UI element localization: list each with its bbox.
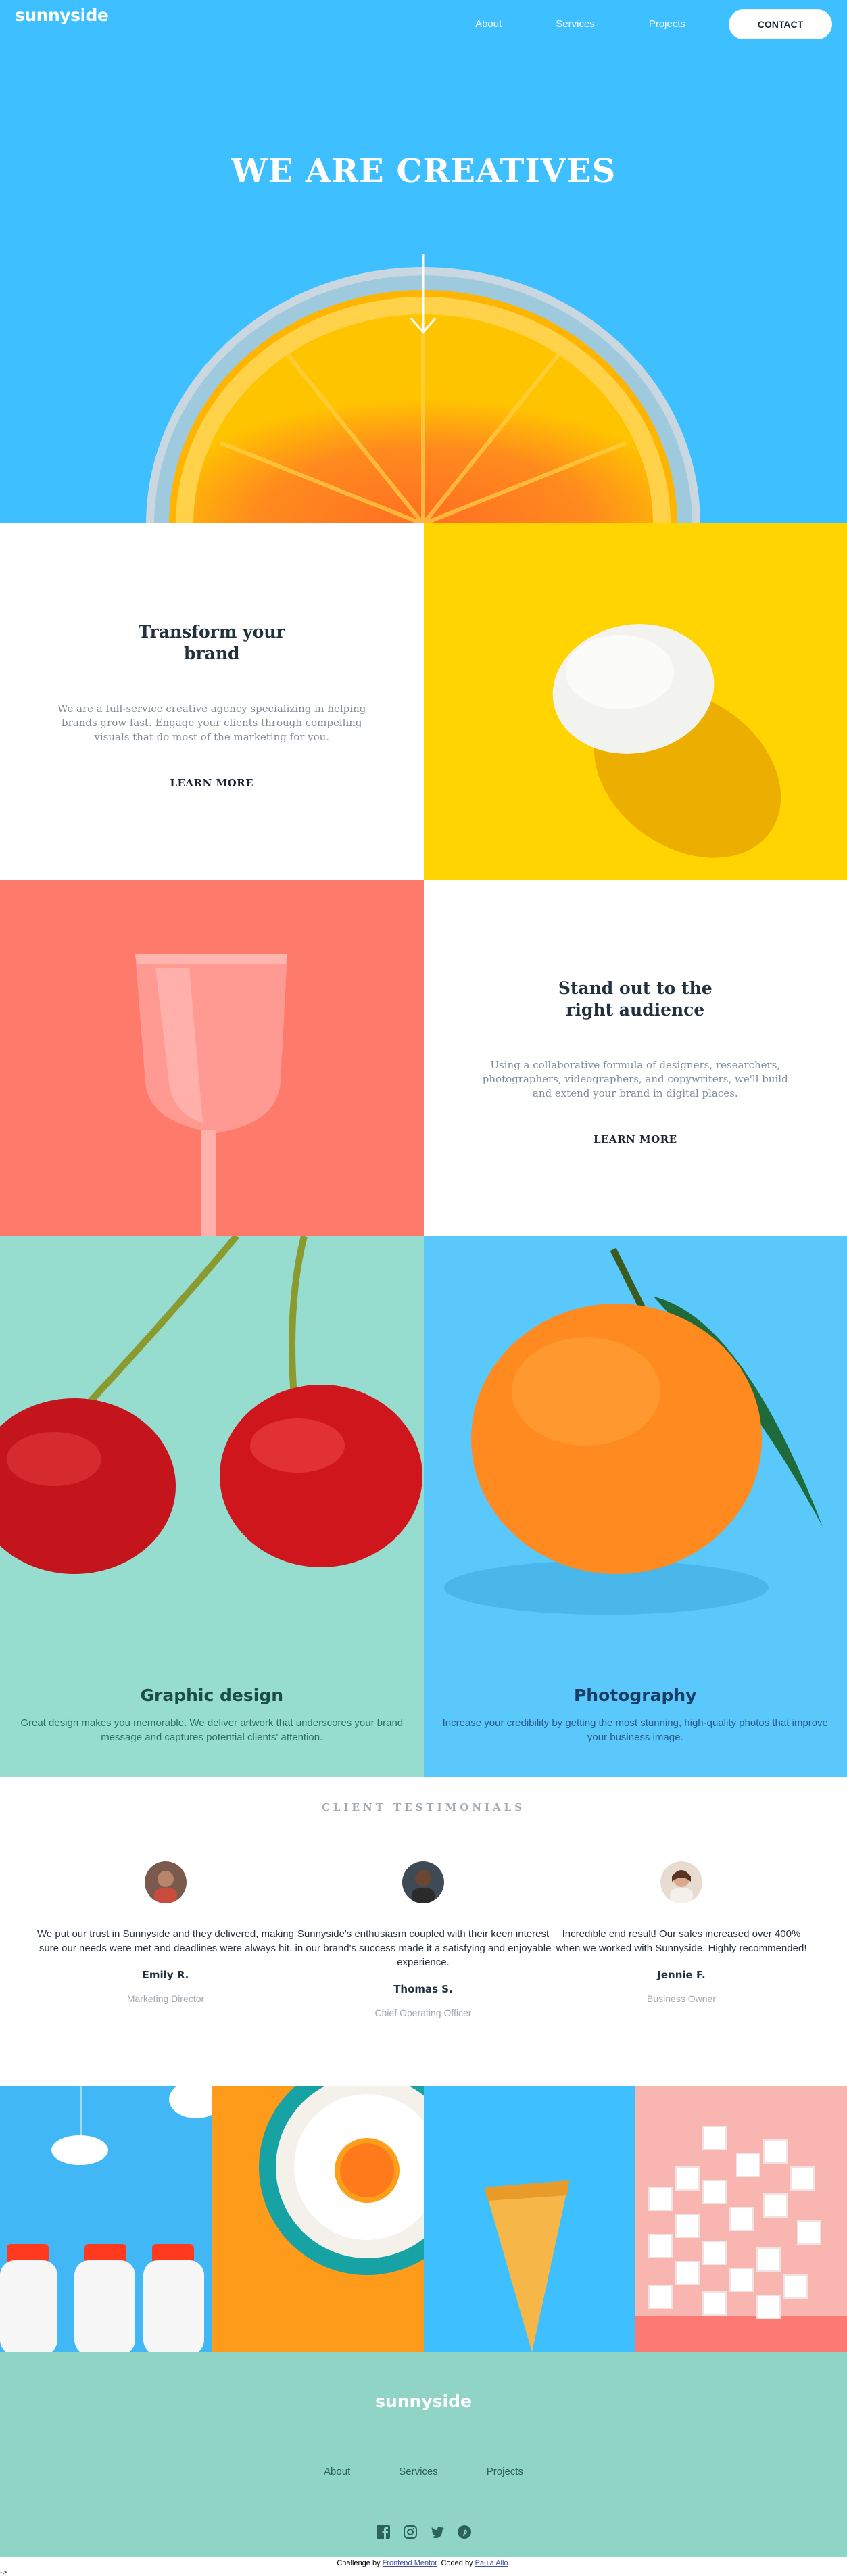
service-text: Great design makes you memorable. We del…	[16, 1716, 408, 1744]
egg-image	[424, 523, 847, 880]
trailing-text: ->	[0, 2567, 7, 2576]
footer-nav: About Services Projects	[0, 2466, 847, 2477]
learn-more-link[interactable]: LEARN MORE	[167, 777, 256, 789]
frontend-mentor-link[interactable]: Frontend Mentor	[383, 2559, 437, 2567]
testimonial-card: Sunnyside's enthusiasm coupled with thei…	[295, 1861, 552, 2018]
pinterest-icon[interactable]	[457, 2525, 472, 2539]
testimonial-name: Emily R.	[143, 1969, 189, 1981]
hero-section: sunnyside About Services Projects CONTAC…	[0, 0, 847, 523]
testimonial-name: Jennie F.	[657, 1969, 705, 1981]
feature-text: Using a collaborative formula of designe…	[480, 1058, 791, 1101]
testimonial-role: Chief Operating Officer	[375, 2007, 472, 2018]
graphic-design-tile: Graphic design Great design makes you me…	[0, 1236, 424, 1777]
services-row: Graphic design Great design makes you me…	[0, 1236, 847, 1777]
egg-illustration	[424, 523, 847, 880]
attribution-middle: . Coded by	[437, 2559, 475, 2567]
attribution-prefix: Challenge by	[337, 2559, 382, 2567]
twitter-icon[interactable]	[430, 2525, 445, 2539]
contact-button[interactable]: CONTACT	[729, 9, 832, 39]
attribution-suffix: .	[508, 2559, 510, 2567]
feature-text: We are a full-service creative agency sp…	[56, 702, 367, 744]
social-links	[0, 2525, 847, 2539]
hero-title: WE ARE CREATIVES	[0, 152, 847, 190]
gallery-milk-bottles	[0, 2086, 212, 2352]
nav-about[interactable]: About	[475, 9, 502, 39]
learn-more-link[interactable]: LEARN MORE	[591, 1133, 680, 1145]
facebook-icon[interactable]	[376, 2525, 391, 2539]
service-title: Graphic design	[141, 1686, 284, 1705]
feature-row-1: Transform your brand We are a full-servi…	[0, 523, 847, 880]
nav-projects[interactable]: Projects	[649, 9, 685, 39]
footer-nav-services[interactable]: Services	[399, 2466, 438, 2477]
testimonial-name: Thomas S.	[393, 1983, 453, 1995]
service-text: Increase your credibility by getting the…	[439, 1716, 831, 1744]
feature-stand-out: Stand out to the right audience Using a …	[424, 880, 847, 1236]
feature-row-2: Stand out to the right audience Using a …	[0, 880, 847, 1236]
author-link[interactable]: Paula Allo	[475, 2559, 508, 2567]
footer-logo[interactable]: sunnyside	[0, 2391, 847, 2411]
footer-nav-about[interactable]: About	[324, 2466, 350, 2477]
instagram-icon[interactable]	[403, 2525, 418, 2539]
photography-tile: Photography Increase your credibility by…	[424, 1236, 847, 1777]
footer: sunnyside About Services Projects	[0, 2352, 847, 2557]
feature-title: Transform your brand	[124, 621, 299, 665]
feature-title: Stand out to the right audience	[548, 978, 723, 1021]
avatar	[145, 1861, 187, 1903]
arrow-down-icon[interactable]	[410, 254, 437, 335]
gallery-cone	[424, 2086, 635, 2352]
service-title: Photography	[574, 1686, 697, 1705]
logo[interactable]: sunnyside	[15, 5, 108, 25]
attribution: Challenge by Frontend Mentor. Coded by P…	[0, 2557, 847, 2576]
testimonial-card: We put our trust in Sunnyside and they d…	[37, 1861, 294, 2004]
gallery-orange-plate	[212, 2086, 423, 2352]
gallery-sugar-cubes	[635, 2086, 847, 2352]
testimonials-heading: CLIENT TESTIMONIALS	[0, 1801, 847, 1813]
testimonial-card: Incredible end result! Our sales increas…	[553, 1861, 810, 2004]
feature-transform: Transform your brand We are a full-servi…	[0, 523, 424, 880]
testimonial-quote: We put our trust in Sunnyside and they d…	[37, 1927, 294, 1955]
glass-image	[0, 880, 424, 1236]
nav-services[interactable]: Services	[556, 9, 595, 39]
footer-nav-projects[interactable]: Projects	[487, 2466, 523, 2477]
testimonial-quote: Incredible end result! Our sales increas…	[553, 1927, 810, 1955]
testimonial-quote: Sunnyside's enthusiasm coupled with thei…	[295, 1927, 552, 1970]
testimonial-role: Business Owner	[647, 1993, 716, 2004]
main-nav: About Services Projects CONTACT	[475, 9, 832, 39]
glass-illustration	[0, 880, 424, 1236]
avatar	[402, 1861, 444, 1903]
testimonial-role: Marketing Director	[127, 1993, 204, 2004]
avatar	[660, 1861, 702, 1903]
testimonials-section: CLIENT TESTIMONIALS We put our trust in …	[0, 1777, 847, 2086]
gallery	[0, 2086, 847, 2352]
